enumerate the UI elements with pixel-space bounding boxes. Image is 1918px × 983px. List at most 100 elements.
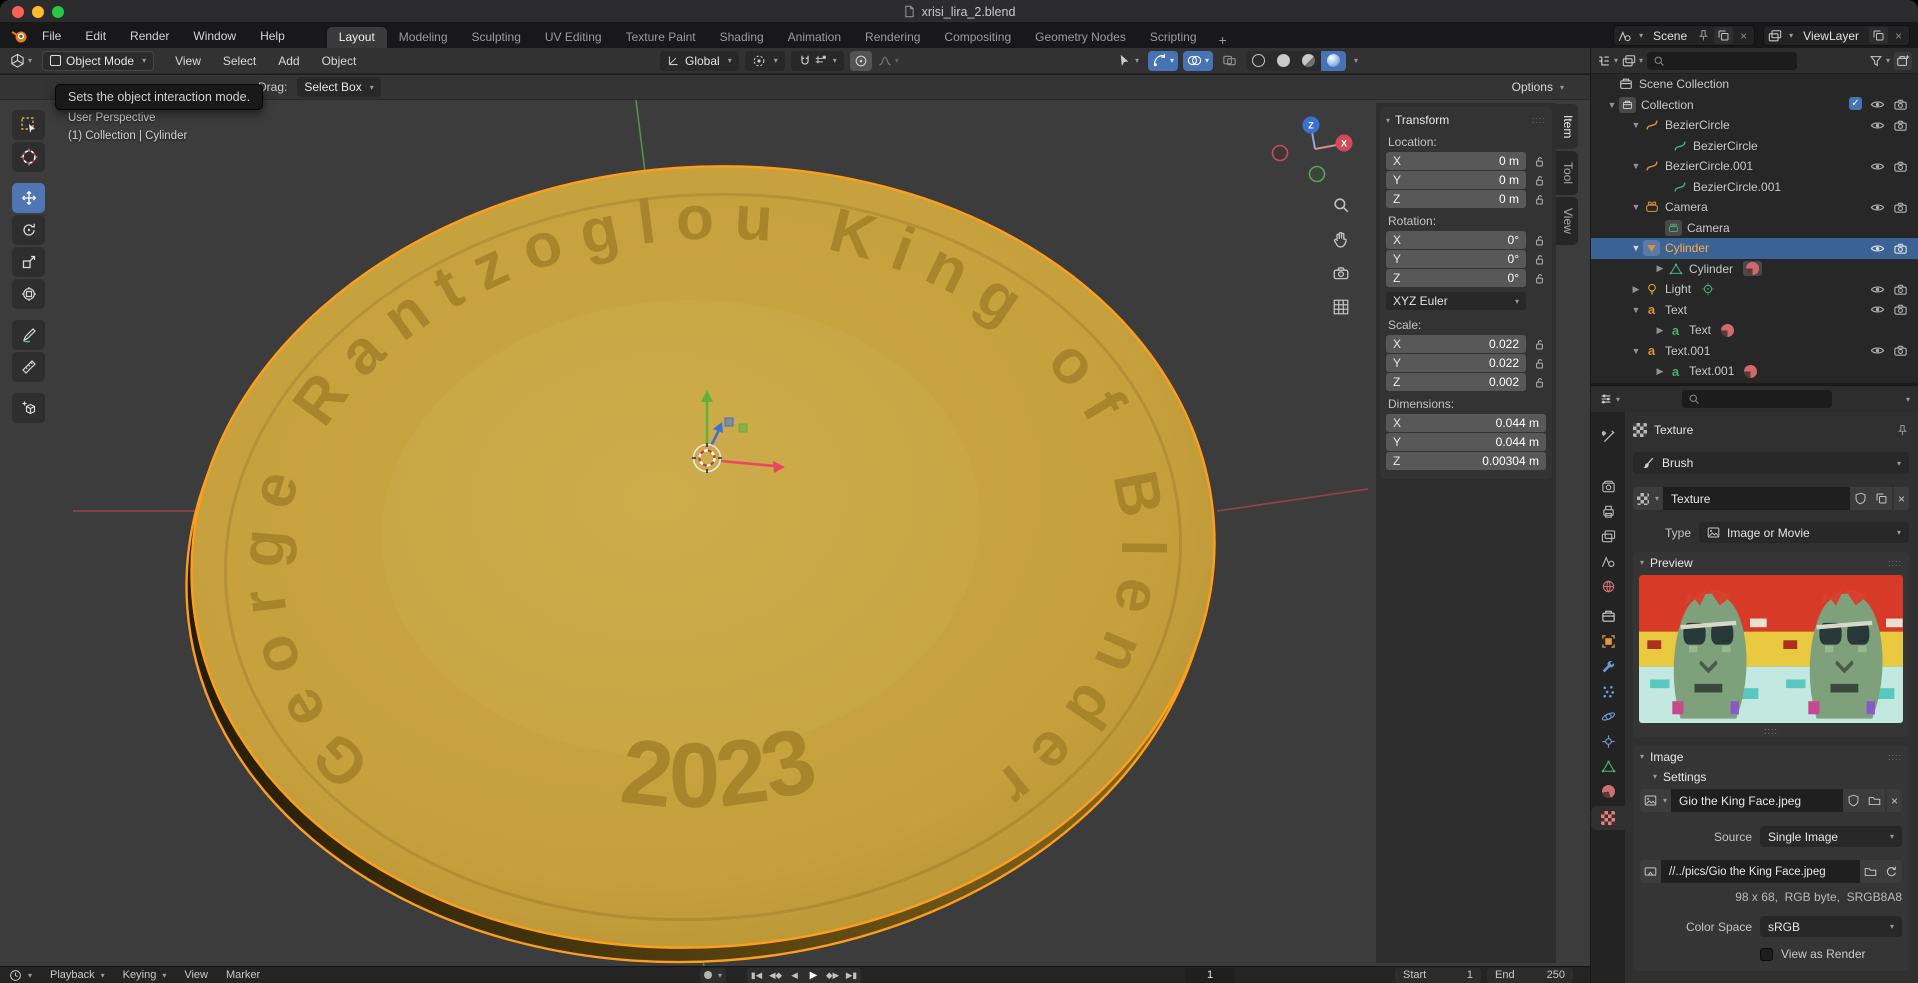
location-x-field[interactable]: X0 m	[1386, 152, 1526, 170]
expand-icon[interactable]: ▼	[1629, 120, 1643, 130]
filepath-field[interactable]: //../pics/Gio the King Face.jpeg	[1661, 860, 1860, 883]
visibility-dropdown[interactable]: ▾	[1113, 51, 1143, 71]
shading-rendered-button[interactable]	[1321, 51, 1346, 71]
menu-render[interactable]: Render	[118, 29, 181, 43]
disable-render-icon[interactable]	[1893, 159, 1908, 174]
gizmo-plane-handle-2[interactable]	[725, 418, 733, 426]
current-frame-field[interactable]: 1	[1185, 968, 1235, 983]
move-gizmo[interactable]	[627, 378, 797, 548]
pin-id-icon[interactable]	[1896, 424, 1909, 437]
play-reverse-button[interactable]: ◀	[785, 968, 804, 983]
tab-constraints-icon[interactable]	[1591, 729, 1625, 753]
3d-viewport[interactable]: George Rantzoglou King of Blender 2023	[0, 100, 1590, 966]
expand-icon[interactable]: ▶	[1653, 325, 1667, 336]
disable-render-icon[interactable]	[1893, 241, 1908, 256]
tab-animation[interactable]: Animation	[776, 27, 853, 48]
menu-timeline-view[interactable]: View	[175, 969, 217, 981]
material-icon[interactable]	[1721, 324, 1734, 337]
xray-toggle[interactable]	[1218, 51, 1241, 71]
lock-icon[interactable]	[1526, 193, 1546, 206]
select-box-tool[interactable]	[12, 110, 45, 140]
transform-tool[interactable]	[12, 279, 45, 309]
move-tool[interactable]	[12, 183, 45, 213]
tab-modeling[interactable]: Modeling	[387, 27, 460, 48]
nav-axis-y-negative[interactable]	[1310, 167, 1325, 182]
disable-render-icon[interactable]	[1893, 302, 1908, 317]
tab-tool-icon[interactable]	[1591, 424, 1625, 448]
panel-drag-handle[interactable]: ::::	[1888, 752, 1902, 762]
reload-image-button[interactable]	[1881, 860, 1902, 883]
outliner-row-cylinder-data[interactable]: ▶ Cylinder	[1591, 259, 1918, 280]
expand-icon[interactable]: ▶	[1653, 366, 1667, 377]
rotation-y-field[interactable]: Y0°	[1386, 250, 1526, 268]
new-scene-button[interactable]	[1714, 27, 1733, 44]
lock-icon[interactable]	[1526, 357, 1546, 370]
outliner-row-cylinder[interactable]: ▼ Cylinder	[1591, 238, 1918, 259]
expand-icon[interactable]: ▼	[1629, 202, 1643, 212]
tab-geometry-nodes[interactable]: Geometry Nodes	[1023, 27, 1138, 48]
collection-checkbox[interactable]: ✓	[1849, 97, 1862, 110]
tab-object-data-icon[interactable]	[1591, 754, 1625, 778]
zoom-icon[interactable]	[1332, 196, 1350, 214]
jump-to-end-button[interactable]: ▶▮	[842, 968, 861, 983]
properties-search-input[interactable]	[1682, 390, 1832, 408]
shading-solid-button[interactable]	[1271, 51, 1296, 71]
add-workspace-button[interactable]: +	[1209, 32, 1237, 48]
pivot-point-dropdown[interactable]: ▾	[745, 51, 785, 71]
scale-x-field[interactable]: X0.022	[1386, 335, 1526, 353]
editor-type-properties-button[interactable]: ▾	[1599, 392, 1620, 406]
tab-collection-icon[interactable]	[1591, 604, 1625, 628]
fake-user-shield-button[interactable]	[1843, 789, 1864, 812]
jump-to-start-button[interactable]: ▮◀	[747, 968, 766, 983]
orientation-dropdown[interactable]: Global ▾	[660, 51, 739, 71]
outliner-row-camera-data[interactable]: Camera	[1591, 218, 1918, 239]
settings-subpanel-header[interactable]: ▾ Settings	[1633, 767, 1909, 786]
type-dropdown[interactable]: Image or Movie ▾	[1699, 522, 1909, 543]
texture-name-field[interactable]: Texture	[1663, 487, 1850, 510]
display-mode-dropdown[interactable]: ▾	[1622, 54, 1643, 68]
disable-render-icon[interactable]	[1893, 200, 1908, 215]
tab-viewlayer-icon[interactable]	[1591, 524, 1625, 548]
scene-selector[interactable]: ▾ Scene ×	[1613, 25, 1755, 46]
navigation-gizmo[interactable]: Z X	[1270, 116, 1365, 196]
hide-eye-icon[interactable]	[1870, 343, 1885, 358]
hide-eye-icon[interactable]	[1870, 159, 1885, 174]
menu-object[interactable]: Object	[311, 54, 368, 68]
open-image-button[interactable]	[1864, 789, 1885, 812]
preview-resize-handle[interactable]: ::::	[1633, 727, 1909, 737]
tab-compositing[interactable]: Compositing	[932, 27, 1023, 48]
next-keyframe-button[interactable]: ◆▶	[823, 968, 842, 983]
outliner-row-light[interactable]: ▶ Light	[1591, 279, 1918, 300]
editor-type-button[interactable]: ▾	[6, 51, 36, 71]
menu-file[interactable]: File	[30, 29, 73, 43]
overlays-toggle[interactable]: ▾	[1183, 51, 1213, 71]
tab-physics-icon[interactable]	[1591, 704, 1625, 728]
outliner-row-scene-collection[interactable]: Scene Collection	[1591, 74, 1918, 95]
location-z-field[interactable]: Z0 m	[1386, 190, 1526, 208]
filter-dropdown[interactable]: ▾	[1869, 54, 1890, 68]
menu-edit[interactable]: Edit	[73, 29, 118, 43]
material-slot-icon[interactable]	[1743, 261, 1762, 276]
disable-render-icon[interactable]	[1893, 282, 1908, 297]
material-icon[interactable]	[1744, 365, 1757, 378]
gizmo-plane-handle[interactable]	[739, 424, 747, 432]
expand-icon[interactable]: ▶	[1629, 284, 1643, 295]
snap-magnet-toggle[interactable]	[798, 54, 812, 68]
rotation-z-field[interactable]: Z0°	[1386, 269, 1526, 287]
scale-z-field[interactable]: Z0.002	[1386, 373, 1526, 391]
rotate-tool[interactable]	[12, 215, 45, 245]
tab-sculpting[interactable]: Sculpting	[460, 27, 533, 48]
tab-rendering[interactable]: Rendering	[853, 27, 932, 48]
view-as-render-checkbox[interactable]	[1760, 948, 1773, 961]
fake-user-shield-button[interactable]	[1850, 487, 1871, 510]
menu-playback[interactable]: Playback▾	[41, 969, 114, 981]
sidebar-tab-item[interactable]: Item	[1556, 104, 1578, 149]
tab-output-icon[interactable]	[1591, 499, 1625, 523]
play-button[interactable]: ▶	[804, 968, 823, 983]
menu-window[interactable]: Window	[181, 29, 248, 43]
tab-material-icon[interactable]	[1591, 779, 1625, 803]
mode-dropdown[interactable]: Object Mode ▾	[42, 51, 154, 71]
hide-eye-icon[interactable]	[1870, 97, 1885, 112]
viewlayer-selector[interactable]: ▾ ViewLayer ×	[1763, 25, 1910, 46]
lock-icon[interactable]	[1526, 234, 1546, 247]
